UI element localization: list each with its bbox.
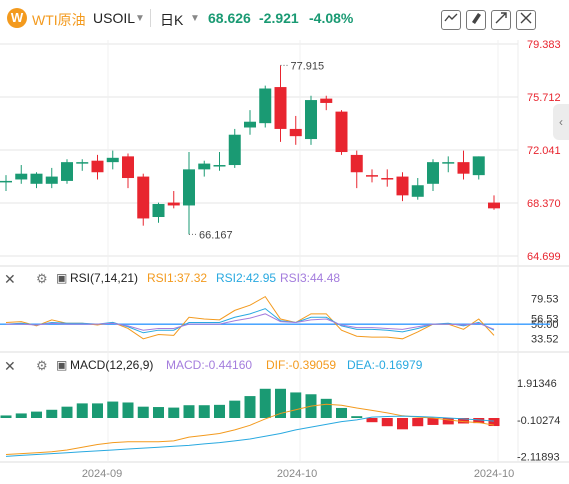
rsi-tick-label: 50.00 bbox=[531, 319, 559, 331]
rsi-name: RSI(7,14,21) bbox=[70, 271, 139, 285]
candle bbox=[61, 162, 73, 181]
macd-bar bbox=[92, 403, 103, 418]
macd-bar bbox=[0, 415, 12, 418]
macd-bar bbox=[351, 416, 363, 418]
candle bbox=[427, 162, 439, 184]
candle bbox=[152, 204, 165, 218]
close-icon[interactable]: ✕ bbox=[4, 358, 16, 375]
eye-icon[interactable]: ▣ bbox=[56, 271, 67, 285]
settings-icon[interactable]: ⚙ bbox=[36, 271, 48, 287]
candle bbox=[0, 180, 12, 183]
candle bbox=[396, 176, 409, 196]
rsi-tick-label: 79.53 bbox=[531, 294, 559, 306]
rsi2-value: RSI2:42.95 bbox=[216, 271, 277, 285]
candle bbox=[91, 160, 104, 173]
candle bbox=[76, 162, 89, 164]
macd-bar bbox=[320, 398, 332, 418]
chart-canvas[interactable]: 79.383 75.712 72.041 68.370 64.699 77.915 66.1… bbox=[0, 0, 569, 484]
macd-bar bbox=[244, 396, 256, 418]
macd-bar bbox=[153, 407, 164, 418]
macd-tick-label: -2.11893 bbox=[517, 452, 560, 464]
candle bbox=[335, 111, 348, 153]
close-icon[interactable]: ✕ bbox=[4, 271, 16, 288]
candle bbox=[320, 98, 333, 103]
candle bbox=[244, 121, 256, 128]
rsi3-value: RSI3:44.48 bbox=[280, 271, 341, 285]
candle bbox=[167, 202, 180, 206]
macd-bar bbox=[381, 418, 393, 427]
candle bbox=[488, 202, 500, 209]
macd-bar bbox=[61, 406, 73, 418]
macd-bar bbox=[336, 407, 347, 418]
candle bbox=[457, 162, 470, 174]
candle bbox=[137, 176, 150, 219]
candle bbox=[213, 165, 226, 167]
macd-value: MACD:-0.44160 bbox=[166, 358, 253, 372]
candle bbox=[305, 100, 317, 140]
macd-tick-label: -0.10274 bbox=[517, 415, 560, 427]
candle bbox=[442, 162, 455, 164]
low-annotation: 66.167 bbox=[199, 229, 233, 241]
candle bbox=[381, 178, 394, 180]
macd-bar bbox=[229, 400, 241, 418]
x-tick-label: 2024-09 bbox=[82, 468, 122, 480]
rsi1-value: RSI1:37.32 bbox=[147, 271, 208, 285]
x-tick-label: 2024-10 bbox=[474, 468, 514, 480]
macd-bar bbox=[107, 401, 119, 418]
x-tick-label: 2024-10 bbox=[277, 468, 317, 480]
macd-bar bbox=[397, 418, 408, 430]
settings-icon[interactable]: ⚙ bbox=[36, 358, 48, 374]
rsi-tick-label: 33.52 bbox=[531, 333, 559, 345]
y-tick-label: 72.041 bbox=[527, 145, 561, 157]
candle bbox=[472, 156, 485, 176]
y-tick-label: 79.383 bbox=[527, 39, 561, 51]
eye-icon[interactable]: ▣ bbox=[56, 358, 67, 372]
candle bbox=[366, 175, 378, 177]
macd-bar bbox=[366, 418, 378, 423]
y-tick-label: 75.712 bbox=[527, 92, 561, 104]
candle bbox=[411, 185, 424, 197]
candle bbox=[15, 173, 28, 180]
dea-value: DEA:-0.16979 bbox=[347, 358, 423, 372]
macd-bar bbox=[76, 403, 88, 418]
rsi-line-rsi2 bbox=[5, 308, 495, 334]
candle bbox=[228, 134, 241, 166]
candle bbox=[350, 154, 363, 173]
macd-bar bbox=[214, 404, 225, 418]
candle bbox=[274, 87, 287, 129]
high-annotation: 77.915 bbox=[291, 60, 325, 72]
macd-bar bbox=[183, 405, 195, 418]
macd-bar bbox=[290, 392, 302, 418]
macd-bar bbox=[198, 405, 210, 418]
macd-name: MACD(12,26,9) bbox=[70, 358, 154, 372]
macd-bar bbox=[122, 402, 134, 418]
y-tick-label: 68.370 bbox=[527, 198, 561, 210]
dif-value: DIF:-0.39059 bbox=[266, 358, 337, 372]
candle bbox=[106, 157, 119, 163]
macd-bar bbox=[15, 413, 27, 418]
macd-bar bbox=[137, 406, 149, 418]
macd-bar bbox=[168, 407, 180, 418]
sidebar-toggle[interactable]: ‹ bbox=[553, 104, 569, 140]
macd-bar bbox=[259, 388, 271, 418]
candle bbox=[30, 173, 43, 184]
macd-bar bbox=[31, 411, 42, 418]
y-tick-label: 64.699 bbox=[527, 251, 561, 263]
candle bbox=[289, 128, 302, 137]
candle bbox=[183, 169, 195, 206]
candle bbox=[259, 88, 272, 124]
macd-bar bbox=[427, 418, 439, 425]
macd-tick-label: 1.91346 bbox=[517, 378, 557, 390]
candle bbox=[198, 163, 211, 170]
macd-bar bbox=[412, 418, 424, 427]
candle bbox=[122, 156, 134, 179]
candle bbox=[45, 176, 58, 184]
macd-bar bbox=[46, 409, 58, 418]
